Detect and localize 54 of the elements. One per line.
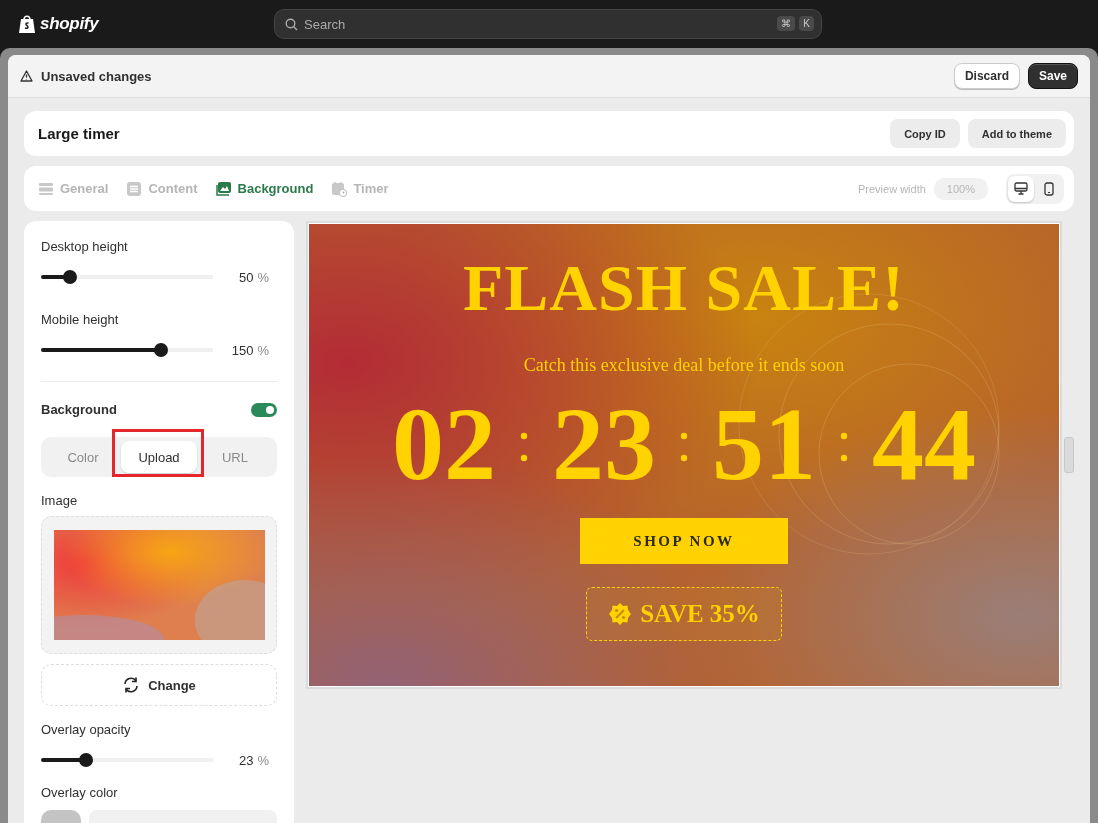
page-title: Large timer <box>38 125 120 142</box>
search-icon <box>285 18 298 31</box>
slider-label: Desktop height <box>41 239 129 254</box>
discard-button[interactable]: Discard <box>953 63 1020 89</box>
separator-icon <box>840 432 848 462</box>
segment-option[interactable]: Upload <box>121 441 197 473</box>
shortcut-key: ⌘ <box>777 16 796 31</box>
section-title: Background <box>41 402 117 417</box>
image-icon <box>215 180 232 197</box>
tab[interactable]: Background <box>215 180 314 197</box>
desktop-icon <box>1014 182 1028 195</box>
slider-label: Mobile height <box>41 312 120 327</box>
unit-label: % <box>257 269 269 285</box>
slider-thumb[interactable] <box>154 343 169 357</box>
countdown-number: 51 <box>712 392 816 496</box>
preview-width-label: Preview width <box>858 182 926 195</box>
slider-label: Overlay opacity <box>41 722 132 737</box>
shop-now-button[interactable]: SHOP NOW <box>580 518 788 564</box>
warning-icon <box>20 70 33 82</box>
slider-thumb[interactable] <box>63 270 78 284</box>
list-icon <box>126 180 143 197</box>
image-dropzone[interactable] <box>41 516 277 654</box>
layout-icon <box>38 180 54 197</box>
calendar-clock-icon <box>331 180 348 197</box>
shortcut-key: K <box>799 16 814 31</box>
slider-value: 23 <box>238 752 254 768</box>
refresh-icon <box>122 676 141 694</box>
header-button[interactable]: Copy ID <box>890 119 960 148</box>
save-button[interactable]: Save <box>1027 63 1078 89</box>
shopping-bag-icon <box>18 14 36 34</box>
image-label: Image <box>41 493 79 508</box>
countdown-number: 02 <box>392 392 496 496</box>
header-button[interactable]: Add to theme <box>967 119 1066 148</box>
headline: FLASH SALE! <box>463 253 905 323</box>
logo-text: shopify <box>40 14 99 34</box>
slider-thumb[interactable] <box>78 753 93 767</box>
toggle-switch[interactable] <box>251 402 277 417</box>
coupon-text: SAVE 35% <box>640 600 760 628</box>
countdown-number: 23 <box>552 392 656 496</box>
slider-value: 150 <box>231 342 254 358</box>
separator-icon <box>520 432 528 462</box>
slider-value: 50 <box>238 269 254 285</box>
mobile-icon <box>1044 181 1054 196</box>
unit-label: % <box>257 342 269 358</box>
change-button[interactable]: Change <box>41 664 277 706</box>
resize-handle[interactable] <box>1064 437 1074 473</box>
countdown-number: 44 <box>872 392 976 496</box>
unit-label: % <box>257 752 269 768</box>
desktop-view-button[interactable] <box>1008 175 1034 202</box>
subtitle: Catch this exclusive deal before it ends soon <box>523 355 845 376</box>
unsaved-message: Unsaved changes <box>41 68 152 84</box>
separator-icon <box>680 432 688 462</box>
discount-icon <box>608 602 633 626</box>
overlay-color-label: Overlay color <box>41 785 119 800</box>
